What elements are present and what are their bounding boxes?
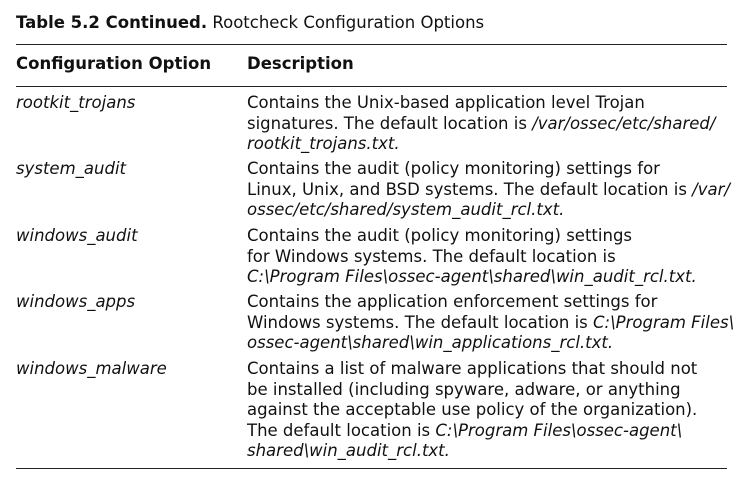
description-text: Windows systems. The default location is: [247, 312, 594, 332]
description-path-text: ossec-agent\shared\win_applications_rcl.…: [247, 333, 614, 352]
description-text: The default location is: [247, 420, 436, 440]
table-header-rule: [16, 86, 727, 87]
column-header-option: Configuration Option: [16, 54, 212, 73]
description-line: rootkit_trojans.txt.: [247, 134, 727, 155]
config-option-name: windows_audit: [16, 226, 138, 245]
description-path-text: /var/: [692, 179, 730, 199]
description-line: C:\Program Files\ossec-agent\shared\win_…: [247, 267, 727, 288]
config-option-description: Contains a list of malware applications …: [247, 359, 727, 462]
description-text: against the acceptable use policy of the…: [247, 400, 698, 419]
description-line: Linux, Unix, and BSD systems. The defaul…: [247, 179, 730, 201]
description-line: Contains the audit (policy monitoring) s…: [247, 226, 727, 247]
description-text: Contains a list of malware applications …: [247, 359, 698, 378]
config-option-description: Contains the Unix-based application leve…: [247, 93, 727, 155]
description-line: shared\win_audit_rcl.txt.: [247, 441, 727, 462]
description-line: ossec/etc/shared/system_audit_rcl.txt.: [247, 200, 727, 221]
description-line: Contains the application enforcement set…: [247, 292, 727, 313]
description-text: Linux, Unix, and BSD systems. The defaul…: [247, 179, 693, 199]
description-path-text: rootkit_trojans.txt.: [247, 134, 400, 153]
description-line: Contains a list of malware applications …: [247, 359, 727, 380]
description-line: Contains the audit (policy monitoring) s…: [247, 159, 727, 180]
description-text: for Windows systems. The default locatio…: [247, 246, 616, 266]
description-text: Contains the audit (policy monitoring) s…: [247, 159, 660, 178]
document-page: Table 5.2 Continued. Rootcheck Configura…: [16, 0, 734, 483]
description-line: The default location is C:\Program Files…: [247, 421, 727, 442]
description-text: Contains the application enforcement set…: [247, 292, 658, 311]
table-caption-title: Rootcheck Configuration Options: [207, 13, 485, 32]
description-line: for Windows systems. The default locatio…: [247, 247, 727, 268]
config-option-name: windows_malware: [16, 359, 167, 378]
description-line: Contains the Unix-based application leve…: [247, 93, 727, 114]
column-header-description: Description: [247, 54, 354, 73]
description-path-text: ossec/etc/shared/system_audit_rcl.txt.: [247, 200, 565, 219]
description-text: Contains the audit (policy monitoring) s…: [247, 226, 633, 245]
description-path-text: /var/ossec/etc/shared/: [532, 113, 716, 133]
description-text: signatures. The default location is: [247, 113, 533, 133]
description-line: be installed (including spyware, adware,…: [247, 380, 727, 401]
table-top-rule: [16, 44, 727, 45]
table-caption-label: Table 5.2 Continued.: [16, 13, 208, 32]
config-option-description: Contains the audit (policy monitoring) s…: [247, 159, 730, 221]
description-line: ossec-agent\shared\win_applications_rcl.…: [247, 333, 727, 354]
description-line: against the acceptable use policy of the…: [247, 400, 727, 421]
config-option-name: rootkit_trojans: [16, 93, 136, 112]
description-path-text: C:\Program Files\ossec-agent\: [435, 420, 683, 440]
table-bottom-rule: [16, 468, 727, 469]
config-option-description: Contains the application enforcement set…: [247, 292, 734, 354]
description-path-text: shared\win_audit_rcl.txt.: [247, 441, 450, 460]
table-caption: Table 5.2 Continued. Rootcheck Configura…: [16, 12, 484, 34]
description-line: signatures. The default location is /var…: [247, 114, 727, 135]
description-line: Windows systems. The default location is…: [247, 312, 734, 334]
config-option-name: system_audit: [16, 159, 126, 178]
config-option-name: windows_apps: [16, 292, 136, 311]
description-path-text: C:\Program Files\: [593, 312, 735, 332]
description-text: Contains the Unix-based application leve…: [247, 93, 645, 112]
config-option-description: Contains the audit (policy monitoring) s…: [247, 226, 727, 288]
description-text: be installed (including spyware, adware,…: [247, 379, 681, 399]
description-path-text: C:\Program Files\ossec-agent\shared\win_…: [247, 267, 697, 286]
